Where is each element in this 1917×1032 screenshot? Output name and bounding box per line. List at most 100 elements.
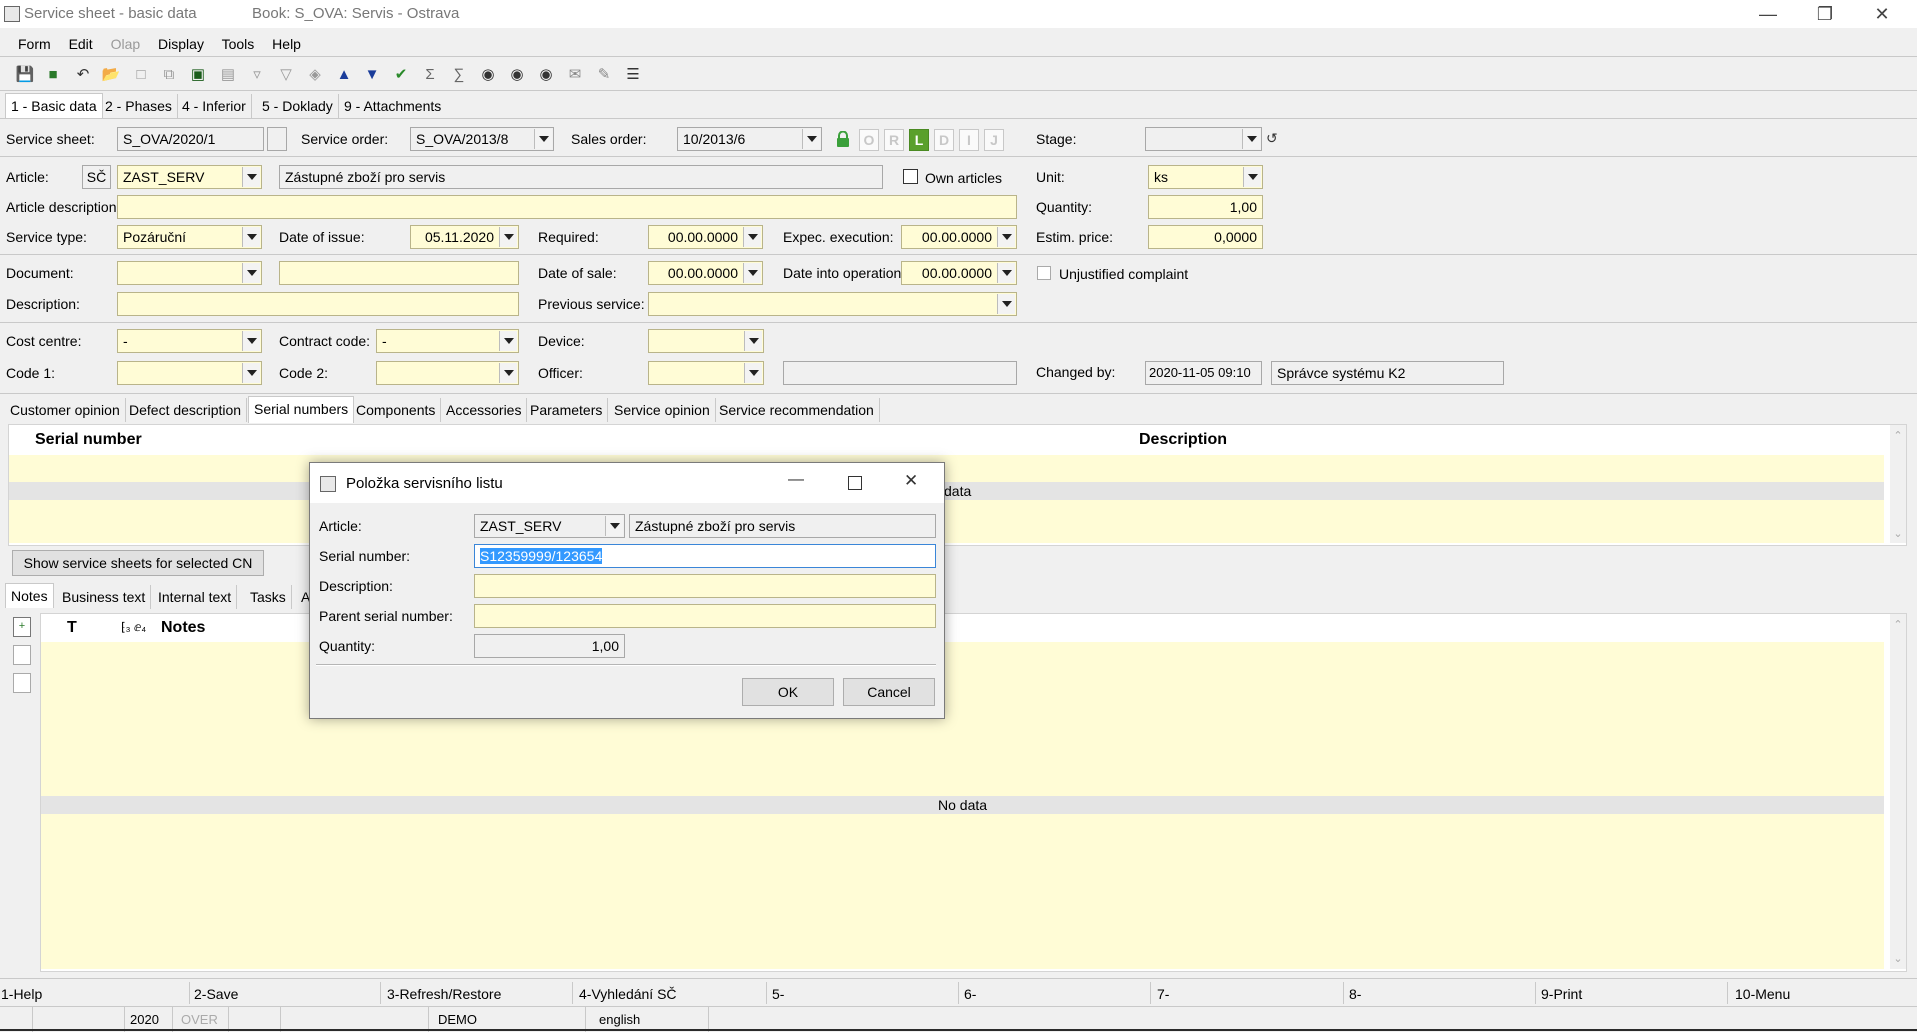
status-d-button[interactable]: D [934, 129, 954, 151]
dialog-parent-serial-field[interactable] [474, 604, 936, 628]
tab-customer-opinion[interactable]: Customer opinion [5, 398, 126, 422]
dialog-serial-field[interactable]: S12359999/123654 [474, 544, 936, 568]
fkey-5[interactable]: 5- [772, 986, 784, 1002]
check-arrow-icon[interactable]: ✔ [390, 63, 412, 85]
tab-tasks[interactable]: Tasks [245, 585, 292, 609]
service-order-field[interactable]: S_OVA/2013/8 [410, 127, 554, 151]
tab-service-opinion[interactable]: Service opinion [609, 398, 716, 422]
chevron-down-icon[interactable] [997, 263, 1015, 283]
document-number-field[interactable] [279, 261, 519, 285]
status-j-button[interactable]: J [984, 129, 1004, 151]
fkey-8[interactable]: 8- [1349, 986, 1361, 1002]
chevron-down-icon[interactable] [744, 331, 762, 351]
menu-display[interactable]: Display [158, 36, 204, 52]
binoculars-next-icon[interactable]: ◉ [506, 63, 528, 85]
code2-field[interactable] [376, 361, 519, 385]
chevron-down-icon[interactable] [743, 227, 761, 247]
status-o-button[interactable]: O [859, 129, 879, 151]
description-field[interactable] [117, 292, 519, 316]
chevron-down-icon[interactable] [997, 294, 1015, 314]
own-articles-checkbox[interactable] [903, 169, 918, 184]
dialog-maximize-icon[interactable] [848, 476, 862, 490]
chevron-down-icon[interactable] [1243, 167, 1261, 187]
tab-business-text[interactable]: Business text [57, 585, 152, 609]
arrow-up-icon[interactable]: ▲ [333, 63, 355, 85]
notes-scrollbar[interactable]: ⌃ ⌄ [1890, 614, 1906, 969]
chevron-down-icon[interactable] [802, 129, 820, 149]
date-of-sale-field[interactable]: 00.00.0000 [648, 261, 763, 285]
menu-tools[interactable]: Tools [222, 36, 255, 52]
chevron-down-icon[interactable] [743, 263, 761, 283]
tab-parameters[interactable]: Parameters [525, 398, 609, 422]
edit-icon[interactable]: ✎ [593, 63, 615, 85]
chevron-down-icon[interactable] [499, 227, 517, 247]
document-field[interactable] [117, 261, 262, 285]
status-l-button[interactable]: L [909, 129, 929, 151]
required-field[interactable]: 00.00.0000 [648, 225, 763, 249]
tab-internal-text[interactable]: Internal text [153, 585, 238, 609]
article-code-field[interactable]: ZAST_SERV [117, 165, 262, 189]
dialog-minimize-icon[interactable]: — [788, 471, 804, 489]
lock-document-icon[interactable]: ▣ [187, 63, 209, 85]
close-icon[interactable]: ✕ [1862, 0, 1902, 28]
chevron-down-icon[interactable] [242, 167, 260, 187]
menu-form[interactable]: Form [18, 36, 51, 52]
minimize-icon[interactable]: — [1748, 0, 1788, 28]
chevron-down-icon[interactable] [1242, 129, 1260, 149]
delete-note-icon[interactable] [13, 673, 31, 693]
chevron-down-icon[interactable] [499, 363, 517, 383]
officer-field[interactable] [648, 361, 764, 385]
column-description[interactable]: Description [1139, 431, 1227, 449]
tab-service-recommendation[interactable]: Service recommendation [714, 398, 880, 422]
chevron-down-icon[interactable] [242, 227, 260, 247]
sum-off-icon[interactable]: ∑ [448, 63, 470, 85]
chevron-down-icon[interactable] [997, 227, 1015, 247]
dialog-close-icon[interactable]: ✕ [904, 471, 918, 491]
dialog-ok-button[interactable]: OK [742, 678, 834, 706]
chevron-down-icon[interactable] [499, 331, 517, 351]
binoculars-icon[interactable]: ◉ [477, 63, 499, 85]
tab-defect-description[interactable]: Defect description [124, 398, 248, 422]
book-icon[interactable]: ▤ [217, 63, 239, 85]
fkey-7[interactable]: 7- [1157, 986, 1169, 1002]
copy-icon[interactable]: ⧉ [158, 63, 180, 85]
add-note-icon[interactable]: + [13, 617, 31, 637]
service-sheet-extra-field[interactable] [267, 127, 287, 151]
expec-execution-field[interactable]: 00.00.0000 [901, 225, 1017, 249]
save-icon[interactable]: 💾 [14, 63, 36, 85]
contract-code-field[interactable]: - [376, 329, 519, 353]
tab-basic-data[interactable]: 1 - Basic data [5, 93, 103, 118]
tab-attachments[interactable]: 9 - Attachments [339, 94, 446, 118]
previous-service-field[interactable] [648, 292, 1017, 316]
chevron-down-icon[interactable] [242, 363, 260, 383]
unjustified-complaint-checkbox[interactable] [1037, 266, 1051, 280]
tab-serial-numbers[interactable]: Serial numbers [248, 396, 355, 423]
menu-olap[interactable]: Olap [111, 36, 141, 52]
unit-field[interactable]: ks [1148, 165, 1263, 189]
menu-help[interactable]: Help [272, 36, 301, 52]
sales-order-field[interactable]: 10/2013/6 [677, 127, 822, 151]
dialog-description-field[interactable] [474, 574, 936, 598]
fkey-help[interactable]: 1-Help [1, 986, 42, 1002]
undo-icon[interactable]: ↶ [72, 63, 94, 85]
chevron-down-icon[interactable] [605, 516, 623, 536]
status-i-button[interactable]: I [959, 129, 979, 151]
scroll-down-icon[interactable]: ⌄ [1892, 954, 1904, 965]
chevron-down-icon[interactable] [744, 363, 762, 383]
menu-lines-icon[interactable]: ☰ [622, 63, 644, 85]
new-document-icon[interactable]: □ [130, 63, 152, 85]
quantity-field[interactable]: 1,00 [1148, 195, 1263, 219]
chevron-down-icon[interactable] [242, 331, 260, 351]
column-t[interactable]: T [67, 619, 77, 637]
fkey-refresh[interactable]: 3-Refresh/Restore [387, 986, 501, 1002]
fkey-print[interactable]: 9-Print [1541, 986, 1582, 1002]
device-field[interactable] [648, 329, 764, 353]
dialog-article-code-field[interactable]: ZAST_SERV [474, 514, 625, 538]
fkey-6[interactable]: 6- [964, 986, 976, 1002]
column-serial-number[interactable]: Serial number [35, 431, 142, 449]
menu-edit[interactable]: Edit [69, 36, 93, 52]
edit-note-icon[interactable] [13, 645, 31, 665]
tab-phases[interactable]: 2 - Phases [100, 94, 178, 118]
serial-numbers-grid[interactable]: Serial number Description data ⌃ ⌄ [8, 424, 1907, 546]
filter-icon[interactable]: ▿ [246, 63, 268, 85]
